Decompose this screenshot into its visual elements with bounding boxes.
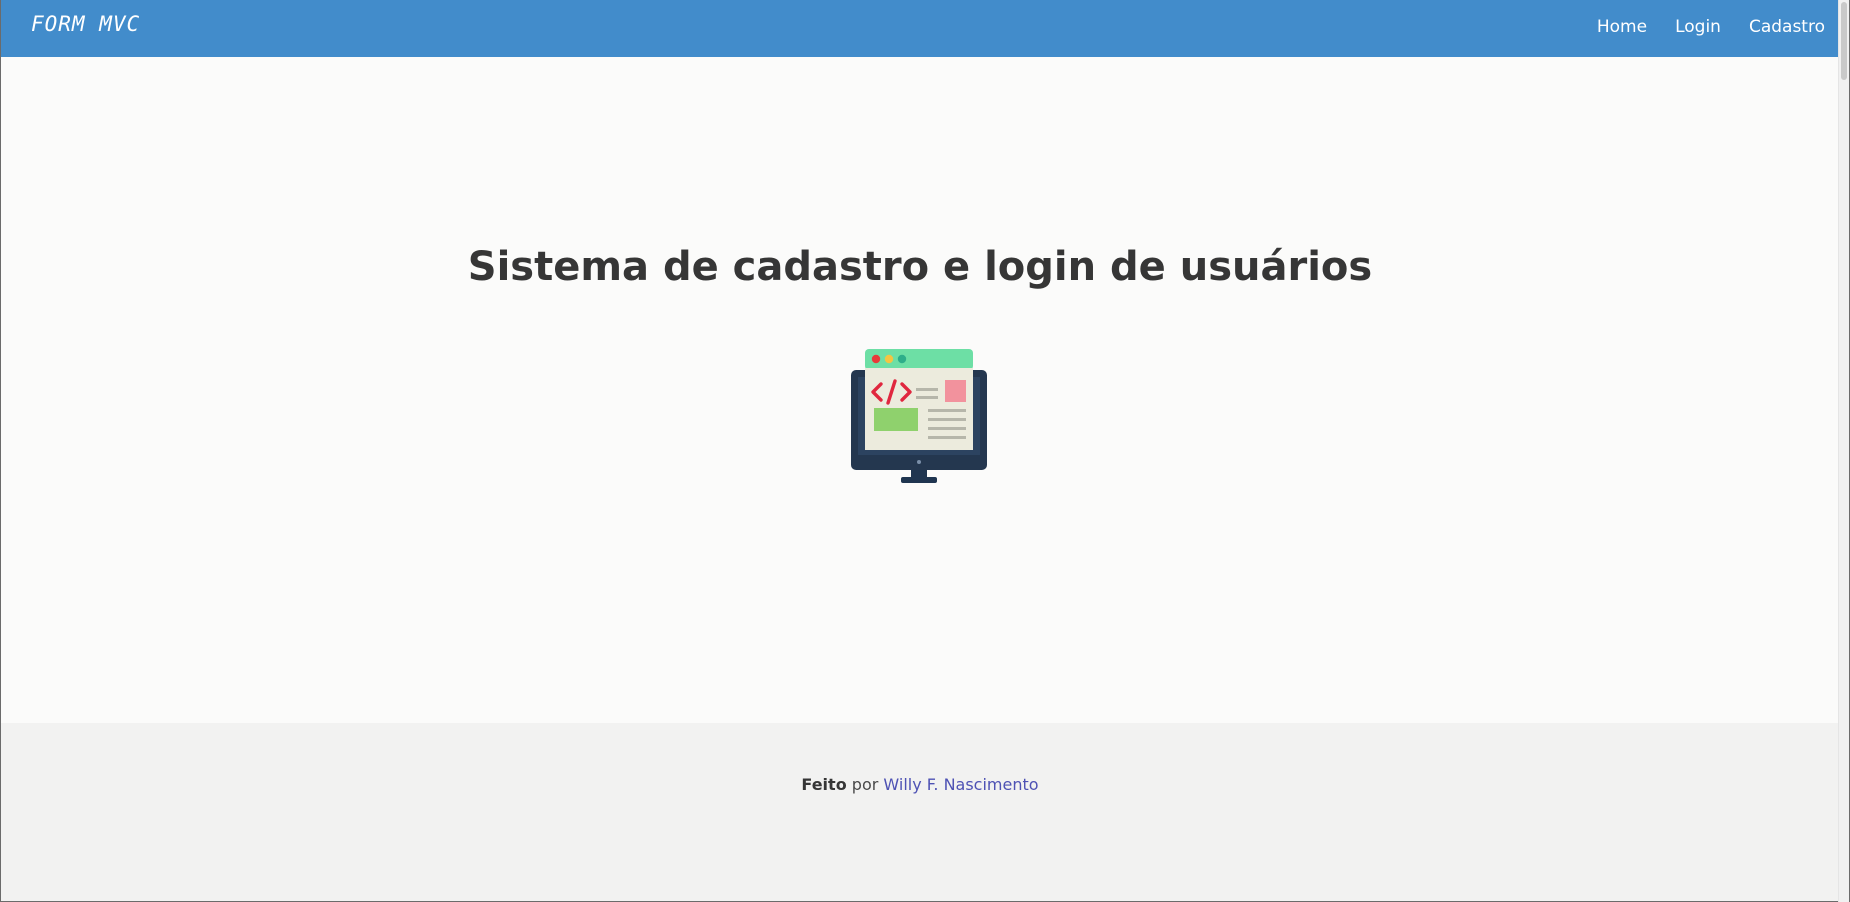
page-title: Sistema de cadastro e login de usuários [467,244,1373,290]
vertical-scrollbar[interactable] [1838,0,1849,902]
hero-section: Sistema de cadastro e login de usuários [1,57,1839,723]
brand-logo[interactable]: FORM MVC [31,12,140,36]
footer-made-label: Feito [801,775,847,794]
nav-link-home[interactable]: Home [1597,16,1647,38]
author-link[interactable]: Willy F. Nascimento [883,775,1038,794]
nav-link-cadastro[interactable]: Cadastro [1749,16,1825,38]
computer-code-window-icon [851,349,987,483]
page: FORM MVC Home Login Cadastro Sistema de … [0,0,1850,902]
top-navbar: FORM MVC Home Login Cadastro [1,0,1839,57]
footer-by-label: por [851,775,879,794]
footer-credit: Feito por Willy F. Nascimento [1,774,1839,796]
page-footer: Feito por Willy F. Nascimento [1,723,1839,901]
scrollbar-thumb[interactable] [1841,2,1847,80]
nav-links: Home Login Cadastro [1597,16,1825,38]
nav-link-login[interactable]: Login [1675,16,1721,38]
